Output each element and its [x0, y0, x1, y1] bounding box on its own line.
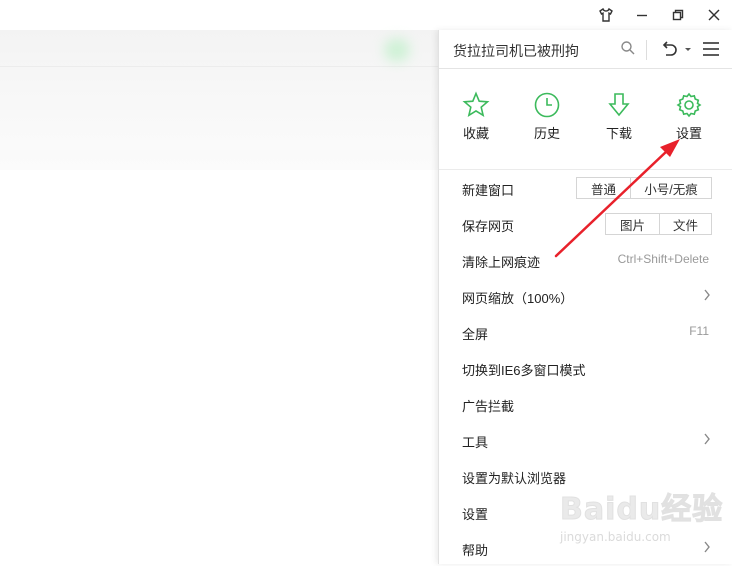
menu-item-label: 帮助	[462, 543, 489, 558]
restore-icon	[672, 9, 684, 21]
watermark-text: Baidu经验	[559, 492, 724, 528]
skin-button[interactable]	[588, 0, 624, 30]
downloads-button[interactable]: 下载	[589, 91, 649, 142]
quick-actions: 收藏 历史 下载 设置	[439, 69, 732, 170]
star-icon	[462, 91, 490, 117]
menu-item-label: 全屏	[462, 327, 489, 342]
menu-item-label: 设置为默认浏览器	[462, 471, 567, 486]
save-page-image-button[interactable]: 图片	[605, 213, 660, 235]
close-button[interactable]	[696, 0, 732, 30]
save-page-file-button[interactable]: 文件	[659, 213, 712, 235]
menu-item-label: 清除上网痕迹	[462, 255, 541, 270]
toolbar-divider	[0, 66, 440, 67]
search-input[interactable]: 货拉拉司机已被刑拘	[453, 41, 579, 61]
menu-item-label: 新建窗口	[462, 183, 515, 198]
menu-item-label: 广告拦截	[462, 399, 515, 414]
new-window-normal-button[interactable]: 普通	[576, 177, 631, 199]
history-button[interactable]: 历史	[517, 91, 577, 142]
watermark-url: jingyan.baidu.com	[560, 530, 671, 544]
favorites-label: 收藏	[462, 126, 489, 141]
download-icon	[608, 93, 630, 117]
chevron-right-icon	[704, 289, 710, 301]
favorites-button[interactable]: 收藏	[446, 91, 506, 142]
menu-item-save-page: 保存网页 图片 文件	[439, 206, 732, 242]
chevron-right-icon	[704, 433, 710, 445]
restore-button[interactable]	[660, 0, 696, 30]
menu-item-ad-block[interactable]: 广告拦截	[439, 386, 732, 422]
menu-item-fullscreen[interactable]: 全屏 F11	[439, 314, 732, 350]
chevron-down-icon[interactable]	[684, 47, 692, 53]
menu-item-ie6-mode[interactable]: 切换到IE6多窗口模式	[439, 350, 732, 386]
gear-icon	[676, 92, 702, 118]
menu-item-shortcut: F11	[689, 324, 709, 338]
settings-quick-label: 设置	[675, 126, 702, 141]
clock-icon	[534, 92, 560, 118]
menu-item-zoom[interactable]: 网页缩放（100%）	[439, 278, 732, 314]
menu-item-label: 设置	[462, 507, 489, 522]
close-icon	[708, 9, 720, 21]
menu-item-label: 网页缩放（100%）	[462, 291, 574, 306]
search-icon[interactable]	[620, 40, 636, 56]
search-separator	[646, 40, 647, 60]
watermark-logo: Baidu经验 jingyan.baidu.com	[559, 484, 730, 554]
history-label: 历史	[533, 126, 560, 141]
blurred-icon	[384, 38, 410, 62]
menu-item-label: 工具	[462, 435, 489, 450]
menu-item-clear-traces[interactable]: 清除上网痕迹 Ctrl+Shift+Delete	[439, 242, 732, 278]
search-bar: 货拉拉司机已被刑拘	[439, 30, 732, 69]
settings-quick-button[interactable]: 设置	[659, 91, 719, 142]
minimize-button[interactable]	[624, 0, 660, 30]
undo-icon[interactable]	[659, 39, 679, 59]
downloads-label: 下载	[605, 126, 632, 141]
browser-toolbar-area	[0, 30, 440, 170]
menu-item-tools[interactable]: 工具	[439, 422, 732, 458]
menu-item-shortcut: Ctrl+Shift+Delete	[617, 252, 709, 266]
tshirt-icon	[599, 7, 613, 22]
menu-item-label: 保存网页	[462, 219, 515, 234]
minimize-icon	[637, 14, 647, 17]
new-window-private-button[interactable]: 小号/无痕	[630, 177, 712, 199]
menu-item-new-window: 新建窗口 普通 小号/无痕	[439, 170, 732, 206]
window-controls	[588, 0, 732, 30]
hamburger-menu-icon[interactable]	[702, 41, 720, 57]
menu-item-label: 切换到IE6多窗口模式	[462, 363, 586, 378]
